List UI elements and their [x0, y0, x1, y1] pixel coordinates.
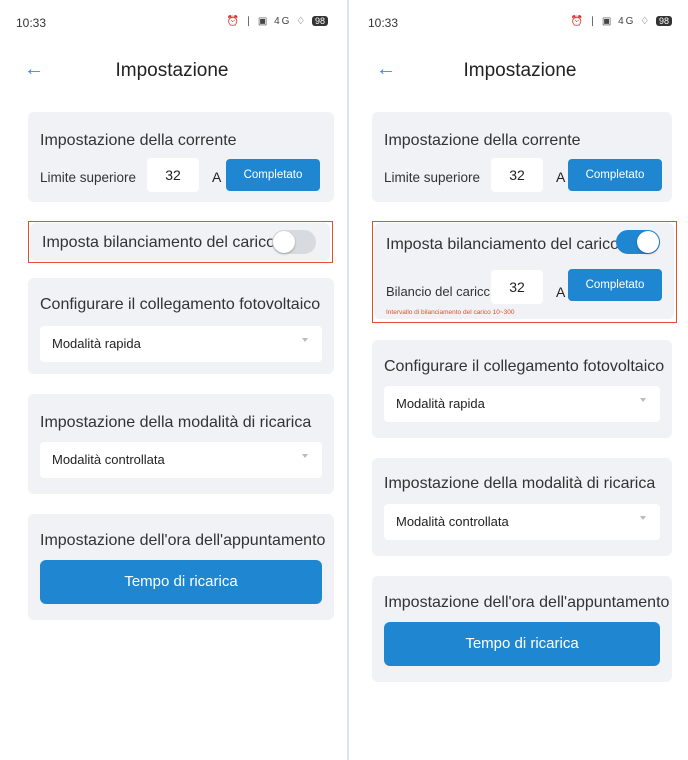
charge-mode-select[interactable]: Modalità controllata — [40, 442, 322, 478]
pv-mode-value: Modalità rapida — [396, 396, 485, 411]
charge-mode-title: Impostazione della modalità di ricarica — [40, 414, 312, 431]
status-icons-glyphs: ⏰ ∣ ▣ 4G ♢ — [570, 16, 652, 27]
pv-card: Configurare il collegamento fotovoltaico… — [28, 278, 334, 374]
appointment-title: Impostazione dell'ora dell'appuntamento — [40, 532, 326, 549]
charge-mode-value: Modalità controllata — [52, 452, 165, 467]
load-balance-toggle[interactable] — [616, 230, 660, 254]
balance-value-label: Bilancio del caricc — [386, 284, 491, 299]
pv-mode-select[interactable]: Modalità rapida — [40, 326, 322, 362]
charging-time-button[interactable]: Tempo di ricarica — [384, 622, 660, 666]
charge-mode-card: Impostazione della modalità di ricarica … — [28, 394, 334, 494]
page-title: Impostazione — [463, 60, 577, 81]
load-balance-card: Imposta bilanciamento del carico Bilanci… — [374, 223, 674, 319]
current-setting-title: Impostazione della corrente — [40, 132, 237, 149]
charge-mode-value: Modalità controllata — [396, 514, 509, 529]
completed-button[interactable]: Completato — [226, 159, 320, 191]
balance-completed-button[interactable]: Completato — [568, 269, 662, 301]
charging-time-button[interactable]: Tempo di ricarica — [40, 560, 322, 604]
completed-button[interactable]: Completato — [568, 159, 662, 191]
status-icons: ⏰ ∣ ▣ 4G ♢ 98 — [227, 16, 328, 27]
left-screen: 10:33 ⏰ ∣ ▣ 4G ♢ 98 ← Impostazione Impos… — [0, 0, 344, 760]
charge-mode-title: Impostazione della modalità di ricarica — [384, 475, 656, 492]
page-title: Impostazione — [115, 60, 229, 81]
chevron-down-icon — [640, 398, 646, 402]
status-bar: 10:33 ⏰ ∣ ▣ 4G ♢ 98 — [16, 16, 328, 32]
toggle-knob — [637, 231, 659, 253]
limit-input[interactable]: 32 — [491, 158, 543, 192]
status-bar: 10:33 ⏰ ∣ ▣ 4G ♢ 98 — [368, 16, 672, 32]
balance-range-hint: Intervallo di bilanciamento del carico 1… — [386, 309, 515, 316]
header: ← Impostazione — [352, 56, 688, 90]
balance-value-input[interactable]: 32 — [491, 270, 543, 304]
current-setting-card: Impostazione della corrente Limite super… — [372, 112, 672, 202]
status-time: 10:33 — [16, 16, 47, 30]
status-icons: ⏰ ∣ ▣ 4G ♢ 98 — [571, 16, 672, 27]
right-screen: 10:33 ⏰ ∣ ▣ 4G ♢ 98 ← Impostazione Impos… — [352, 0, 688, 760]
status-time: 10:33 — [368, 16, 399, 30]
current-setting-card: Impostazione della corrente Limite super… — [28, 112, 334, 202]
limit-input[interactable]: 32 — [147, 158, 199, 192]
toggle-knob — [273, 231, 295, 253]
battery-icon: 98 — [311, 16, 328, 26]
load-balance-label: Imposta bilanciamento del carico — [386, 236, 620, 253]
chevron-down-icon — [640, 516, 646, 520]
battery-icon: 98 — [655, 16, 672, 26]
load-balance-label: Imposta bilanciamento del carico — [42, 234, 276, 251]
appointment-card: Impostazione dell'ora dell'appuntamento … — [28, 514, 334, 620]
limit-unit: A — [212, 169, 222, 185]
charge-mode-select[interactable]: Modalità controllata — [384, 504, 660, 540]
current-setting-title: Impostazione della corrente — [384, 132, 581, 149]
pv-mode-select[interactable]: Modalità rapida — [384, 386, 660, 422]
limit-unit: A — [556, 169, 566, 185]
pv-mode-value: Modalità rapida — [52, 336, 141, 351]
charge-mode-card: Impostazione della modalità di ricarica … — [372, 458, 672, 556]
header: ← Impostazione — [0, 56, 344, 90]
limit-label: Limite superiore — [384, 170, 481, 185]
chevron-down-icon — [302, 454, 308, 458]
appointment-card: Impostazione dell'ora dell'appuntamento … — [372, 576, 672, 682]
chevron-down-icon — [302, 338, 308, 342]
appointment-title: Impostazione dell'ora dell'appuntamento — [384, 594, 670, 611]
load-balance-toggle[interactable] — [272, 230, 316, 254]
pv-title: Configurare il collegamento fotovoltaico — [40, 296, 321, 313]
load-balance-card: Imposta bilanciamento del carico — [30, 223, 330, 261]
screen-divider — [347, 0, 349, 760]
pv-card: Configurare il collegamento fotovoltaico… — [372, 340, 672, 438]
pv-title: Configurare il collegamento fotovoltaico — [384, 358, 665, 375]
balance-unit: A — [556, 284, 566, 300]
limit-label: Limite superiore — [40, 170, 137, 185]
status-icons-glyphs: ⏰ ∣ ▣ 4G ♢ — [226, 16, 308, 27]
